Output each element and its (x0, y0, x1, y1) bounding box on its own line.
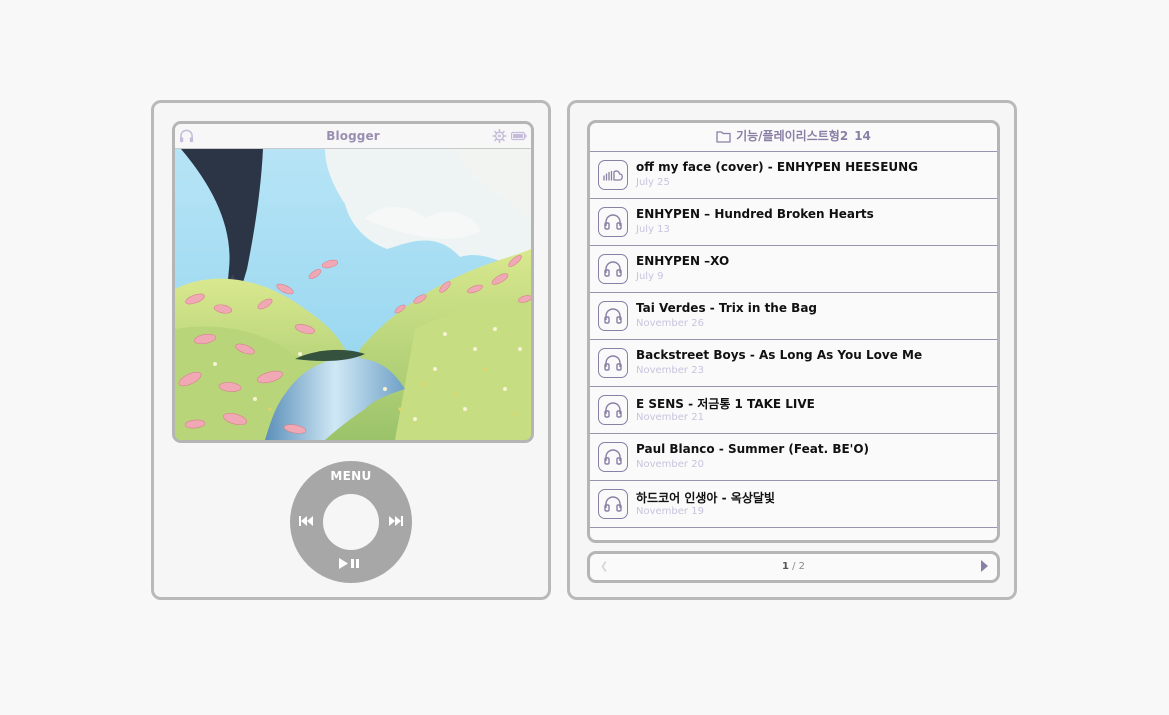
player-status-bar: Blogger (175, 124, 531, 149)
list-item[interactable]: 하드코어 인생아 - 옥상달빛 November 19 (590, 481, 997, 528)
battery-icon (511, 131, 527, 141)
album-artwork-image (175, 149, 531, 440)
track-title: E SENS - 저금통 1 TAKE LIVE (636, 397, 815, 411)
headphones-icon (598, 301, 628, 331)
track-title: Paul Blanco - Summer (Feat. BE'O) (636, 442, 870, 456)
rewind-icon[interactable] (299, 516, 313, 526)
list-item[interactable]: Backstreet Boys - As Long As You Love Me… (590, 340, 997, 387)
playlist-panel: 기능/플레이리스트형2 14 off my face (cover) - ENHY… (587, 120, 1000, 543)
track-date: November 26 (636, 318, 704, 329)
folder-name: 기능/플레이리스트형2 (736, 129, 849, 143)
track-title: 하드코어 인생아 - 옥상달빛 (636, 491, 775, 505)
page-indicator: 1 / 2 (590, 561, 997, 572)
player-screen: Blogger (172, 121, 534, 443)
track-title: ENHYPEN –XO (636, 254, 730, 268)
gear-icon[interactable] (492, 129, 507, 143)
track-title: off my face (cover) - ENHYPEN HEESEUNG (636, 160, 919, 174)
menu-button[interactable]: MENU (290, 469, 412, 483)
headphones-icon (598, 254, 628, 284)
list-item[interactable]: ENHYPEN – Hundred Broken Hearts July 13 (590, 199, 997, 246)
click-wheel[interactable]: MENU (290, 461, 412, 583)
headphones-icon (598, 489, 628, 519)
track-title: ENHYPEN – Hundred Broken Hearts (636, 207, 874, 221)
track-title: Tai Verdes - Trix in the Bag (636, 301, 818, 315)
player-title: Blogger (326, 129, 380, 143)
list-item[interactable]: ENHYPEN –XO July 9 (590, 246, 997, 293)
list-item[interactable]: Paul Blanco - Summer (Feat. BE'O) Novemb… (590, 434, 997, 481)
headphones-icon (598, 442, 628, 472)
track-date: July 25 (636, 177, 670, 188)
list-item-partial[interactable] (590, 528, 997, 540)
center-select-button[interactable] (323, 494, 379, 550)
play-pause-icon[interactable] (339, 558, 361, 569)
fast-forward-icon[interactable] (389, 516, 403, 526)
list-item[interactable]: off my face (cover) - ENHYPEN HEESEUNG J… (590, 152, 997, 199)
list-item[interactable]: Tai Verdes - Trix in the Bag November 26 (590, 293, 997, 340)
track-date: July 13 (636, 224, 670, 235)
track-date: November 21 (636, 412, 704, 423)
track-date: November 19 (636, 506, 704, 517)
folder-icon (716, 131, 731, 143)
item-count: 14 (854, 129, 871, 143)
track-date: November 23 (636, 365, 704, 376)
music-player: Blogger MENU (151, 100, 551, 600)
current-page: 1 (781, 561, 789, 572)
track-date: November 20 (636, 459, 704, 470)
headphones-icon (598, 395, 628, 425)
headphones-icon (598, 207, 628, 237)
next-page-button[interactable] (981, 560, 988, 572)
track-date: July 9 (636, 271, 664, 282)
page-separator: / (788, 561, 799, 572)
headphones-icon (598, 348, 628, 378)
list-item[interactable]: E SENS - 저금통 1 TAKE LIVE November 21 (590, 387, 997, 434)
pagination: ❮ 1 / 2 (587, 551, 1000, 583)
track-title: Backstreet Boys - As Long As You Love Me (636, 348, 923, 362)
playlist-header: 기능/플레이리스트형2 14 (590, 123, 997, 152)
playlist-container: 기능/플레이리스트형2 14 off my face (cover) - ENHY… (567, 100, 1017, 600)
soundcloud-icon (598, 160, 628, 190)
album-art (175, 149, 531, 440)
total-pages: 2 (798, 561, 806, 572)
playlist-rows: off my face (cover) - ENHYPEN HEESEUNG J… (590, 152, 997, 540)
